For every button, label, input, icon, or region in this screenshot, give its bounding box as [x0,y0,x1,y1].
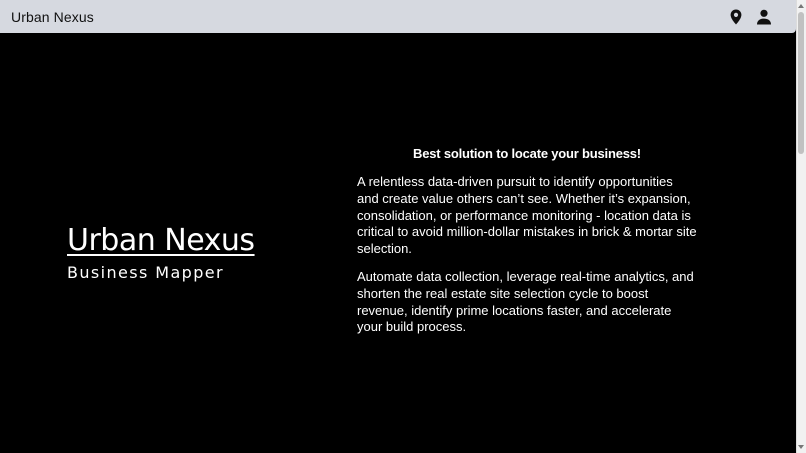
scrollbar-thumb[interactable] [798,12,804,154]
vertical-scrollbar[interactable] [796,0,806,453]
app-title[interactable]: Urban Nexus [11,9,94,25]
app-bar-actions [728,0,772,33]
scroll-down-arrow-icon[interactable] [798,445,804,449]
account-icon[interactable] [756,9,772,25]
description-paragraph: A relentless data-driven pursuit to iden… [357,174,697,257]
brand-block: Urban Nexus Business Mapper [67,222,327,283]
description-paragraph: Automate data collection, leverage real-… [357,268,694,335]
description-block: Best solution to locate your business! A… [357,145,697,347]
brand-subtitle: Business Mapper [67,263,224,282]
location-pin-icon[interactable] [728,9,744,25]
page: Urban Nexus Urban Nexus Business Mapper … [0,0,806,453]
brand-title-link[interactable]: Urban Nexus [67,222,327,260]
tagline: Best solution to locate your business! [413,146,641,161]
app-bar: Urban Nexus [0,0,796,33]
scroll-up-arrow-icon[interactable] [798,4,804,8]
